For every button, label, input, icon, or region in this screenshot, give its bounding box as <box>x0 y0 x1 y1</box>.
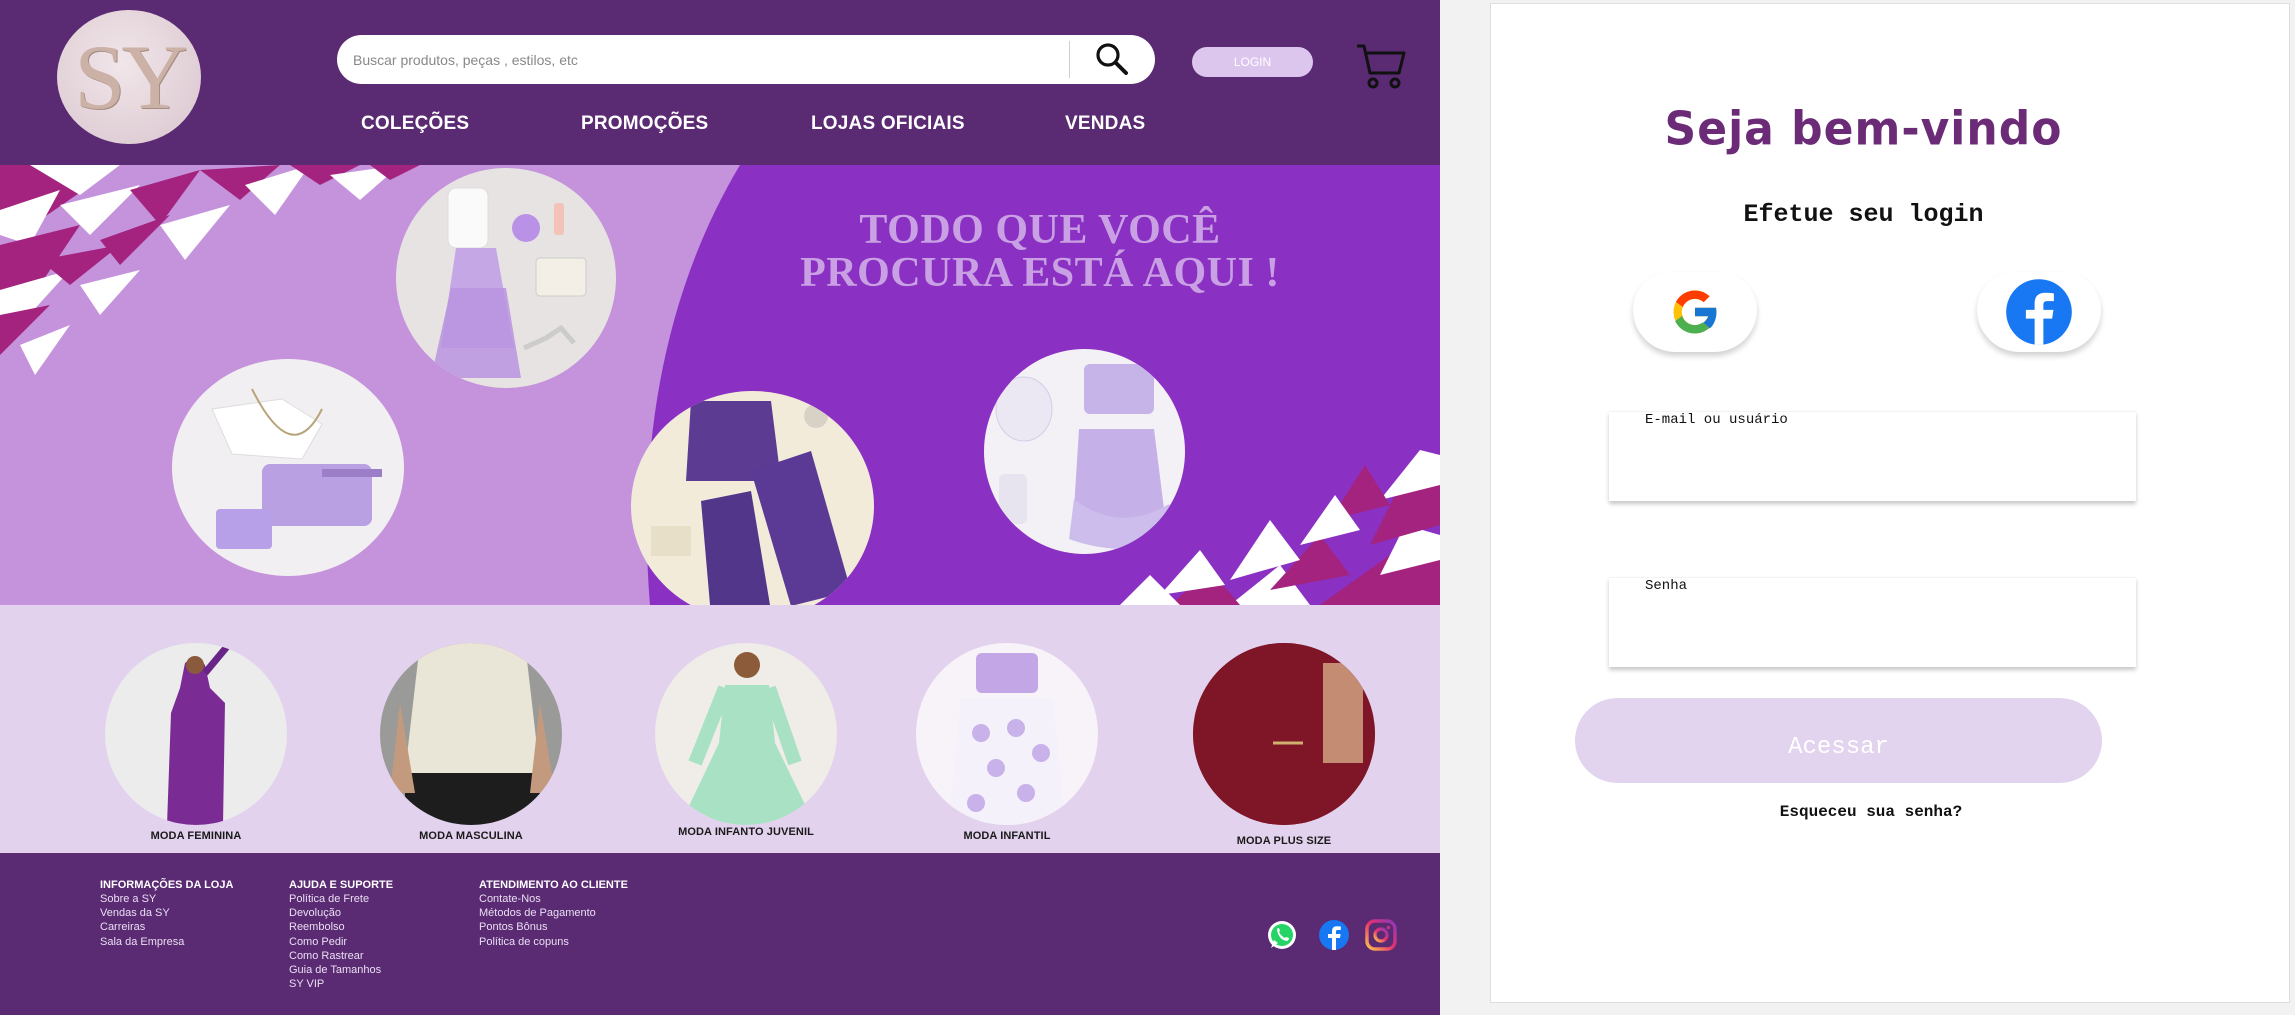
banner-headline: TODO QUE VOCÊ PROCURA ESTÁ AQUI ! <box>770 209 1310 295</box>
facebook-icon[interactable] <box>1318 919 1350 951</box>
google-icon <box>1673 290 1718 334</box>
category-moda-feminina[interactable]: MODA FEMININA <box>105 643 287 842</box>
product-image-purple-set[interactable] <box>631 391 874 605</box>
search-button[interactable] <box>1087 39 1137 79</box>
footer-link[interactable]: Como Rastrear <box>289 949 393 963</box>
category-label: MODA PLUS SIZE <box>1236 835 1332 847</box>
password-input[interactable] <box>1623 614 2123 658</box>
nav-item-lojas-oficiais[interactable]: LOJAS OFICIAIS <box>811 113 965 135</box>
site-header: SY LOGIN COLEÇÕES PROMOÇÕES LOJAS OFICIA <box>0 0 1440 165</box>
search-divider <box>1069 41 1070 78</box>
category-label: MODA MASCULINA <box>419 830 523 842</box>
category-image-infantil <box>916 643 1098 825</box>
store-page: SY LOGIN COLEÇÕES PROMOÇÕES LOJAS OFICIA <box>0 0 1440 1015</box>
whatsapp-icon[interactable] <box>1266 919 1298 951</box>
category-label: MODA INFANTO JUVENIL <box>678 826 814 838</box>
footer-column-title: ATENDIMENTO AO CLIENTE <box>479 879 628 891</box>
footer-link[interactable]: Métodos de Pagamento <box>479 906 628 920</box>
category-image-masculina <box>380 643 562 825</box>
email-label: E-mail ou usuário <box>1645 412 1788 428</box>
category-label: MODA FEMININA <box>150 830 242 842</box>
facebook-login-button[interactable] <box>1977 272 2101 352</box>
footer-link[interactable]: Reembolso <box>289 920 393 934</box>
footer-link[interactable]: Carreiras <box>100 920 233 934</box>
category-moda-infantil[interactable]: MODA INFANTIL <box>916 643 1098 842</box>
cart-button[interactable] <box>1355 40 1407 92</box>
category-image-plus-size <box>1193 643 1375 825</box>
footer-link[interactable]: Política de copuns <box>479 935 628 949</box>
login-subtitle: Efetue seu login <box>1743 200 1984 229</box>
category-moda-masculina[interactable]: MODA MASCULINA <box>380 643 562 842</box>
product-image-shorts-outfit[interactable] <box>172 359 404 576</box>
main-nav: COLEÇÕES PROMOÇÕES LOJAS OFICIAIS VENDAS <box>0 113 1440 143</box>
search-input[interactable] <box>353 35 1063 84</box>
footer-link[interactable]: SY VIP <box>289 977 393 991</box>
email-input[interactable] <box>1623 448 2123 492</box>
footer-link[interactable]: Política de Frete <box>289 892 393 906</box>
category-strip: MODA FEMININA MODA MASCULINA MODA INFANT… <box>0 605 1440 853</box>
footer-link[interactable]: Guia de Tamanhos <box>289 963 393 977</box>
product-image-skirt-outfit[interactable] <box>396 168 616 388</box>
hero-banner[interactable]: TODO QUE VOCÊ PROCURA ESTÁ AQUI ! <box>0 165 1440 605</box>
access-button[interactable]: Acessar <box>1575 698 2102 783</box>
footer-link[interactable]: Sobre a SY <box>100 892 233 906</box>
footer-column-store-info: INFORMAÇÕES DA LOJA Sobre a SY Vendas da… <box>100 879 233 949</box>
instagram-icon[interactable] <box>1365 919 1397 951</box>
footer-column-help-support: AJUDA E SUPORTE Política de Frete Devolu… <box>289 879 393 991</box>
site-footer: INFORMAÇÕES DA LOJA Sobre a SY Vendas da… <box>0 853 1440 1015</box>
footer-column-title: AJUDA E SUPORTE <box>289 879 394 891</box>
cart-icon <box>1357 44 1406 89</box>
footer-column-title: INFORMAÇÕES DA LOJA <box>100 879 234 891</box>
password-label: Senha <box>1645 578 1688 594</box>
category-image-infanto-juvenil <box>655 643 837 825</box>
category-image-feminina <box>105 643 287 825</box>
footer-column-customer-service: ATENDIMENTO AO CLIENTE Contate-Nos Métod… <box>479 879 628 949</box>
banner-headline-line2: PROCURA ESTÁ AQUI ! <box>800 250 1280 296</box>
footer-link[interactable]: Contate-Nos <box>479 892 628 906</box>
nav-item-colecoes[interactable]: COLEÇÕES <box>361 113 469 135</box>
banner-headline-line1: TODO QUE VOCÊ <box>859 207 1221 253</box>
login-panel: Seja bem-vindo Efetue seu login E-mail o… <box>1490 3 2290 1003</box>
product-image-ruffle-skirt[interactable] <box>984 349 1185 554</box>
category-label: MODA INFANTIL <box>963 830 1051 842</box>
nav-item-vendas[interactable]: VENDAS <box>1065 113 1145 135</box>
facebook-icon <box>2006 279 2072 345</box>
google-login-button[interactable] <box>1633 272 1757 352</box>
login-button[interactable]: LOGIN <box>1192 47 1313 77</box>
footer-link[interactable]: Pontos Bônus <box>479 920 628 934</box>
login-title: Seja bem-vindo <box>1664 102 2063 157</box>
footer-link[interactable]: Como Pedir <box>289 935 393 949</box>
category-moda-infanto-juvenil[interactable]: MODA INFANTO JUVENIL <box>655 643 837 838</box>
nav-item-promocoes[interactable]: PROMOÇÕES <box>581 113 708 135</box>
search-bar <box>337 35 1155 84</box>
search-icon <box>1096 43 1128 75</box>
forgot-password-link[interactable]: Esqueceu sua senha? <box>1491 803 2251 821</box>
footer-link[interactable]: Vendas da SY <box>100 906 233 920</box>
footer-link[interactable]: Devolução <box>289 906 393 920</box>
password-field: Senha <box>1609 577 2136 667</box>
category-moda-plus-size[interactable]: MODA PLUS SIZE <box>1193 643 1375 847</box>
email-field: E-mail ou usuário <box>1609 411 2136 501</box>
footer-link[interactable]: Sala da Empresa <box>100 935 233 949</box>
